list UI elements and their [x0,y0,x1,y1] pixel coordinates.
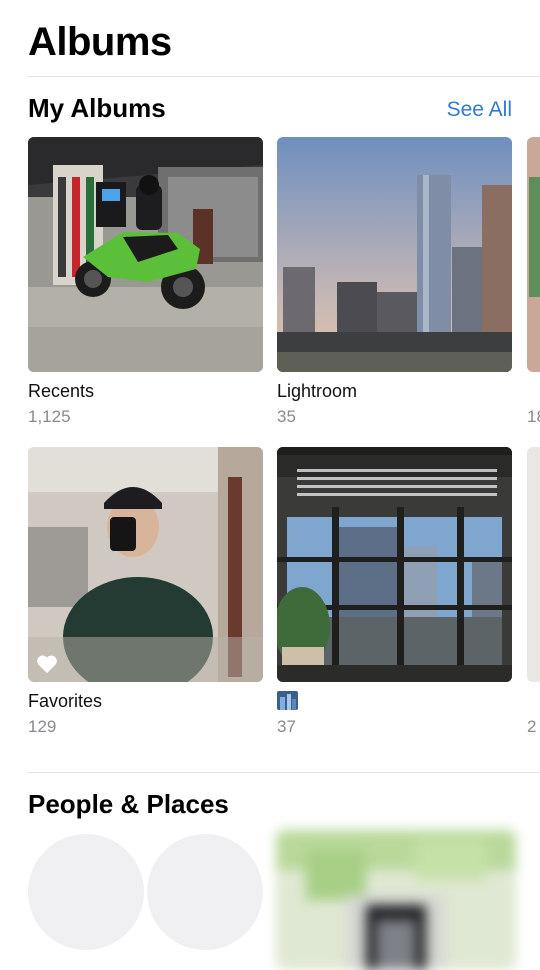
album-name: Favorites [28,691,103,711]
album-count: 35 [277,407,296,426]
section-divider [28,772,540,773]
album-count-partial: 2 [527,717,537,736]
person-avatar[interactable] [147,834,263,950]
album-cover-favorites [28,447,263,682]
album-count-partial: 18 [527,407,540,426]
album-count: 37 [277,717,296,736]
album-cover-recents [28,137,263,372]
album-favorites[interactable]: Favorites 129 [28,447,263,737]
album-cover-partial[interactable] [527,447,540,682]
album-cover-untitled [277,447,512,682]
my-albums-title: My Albums [28,93,166,123]
album-untitled[interactable]: 37 [277,447,512,737]
album-cover-icon [277,691,298,710]
album-recents[interactable]: Recents 1,125 [28,137,263,427]
see-all-link[interactable]: See All [447,96,512,124]
places-map[interactable] [276,830,516,970]
page-title: Albums [28,20,172,64]
album-count: 1,125 [28,407,71,426]
header-divider [28,76,540,77]
album-cover-lightroom [277,137,512,372]
heart-icon [37,655,57,674]
person-avatar[interactable] [28,834,144,950]
album-count: 129 [28,717,57,736]
album-name: Lightroom [277,381,358,401]
album-name: Recents [28,381,95,401]
people-places-title: People & Places [28,789,229,819]
album-cover-partial[interactable] [527,137,540,372]
album-lightroom[interactable]: Lightroom 35 [277,137,512,427]
